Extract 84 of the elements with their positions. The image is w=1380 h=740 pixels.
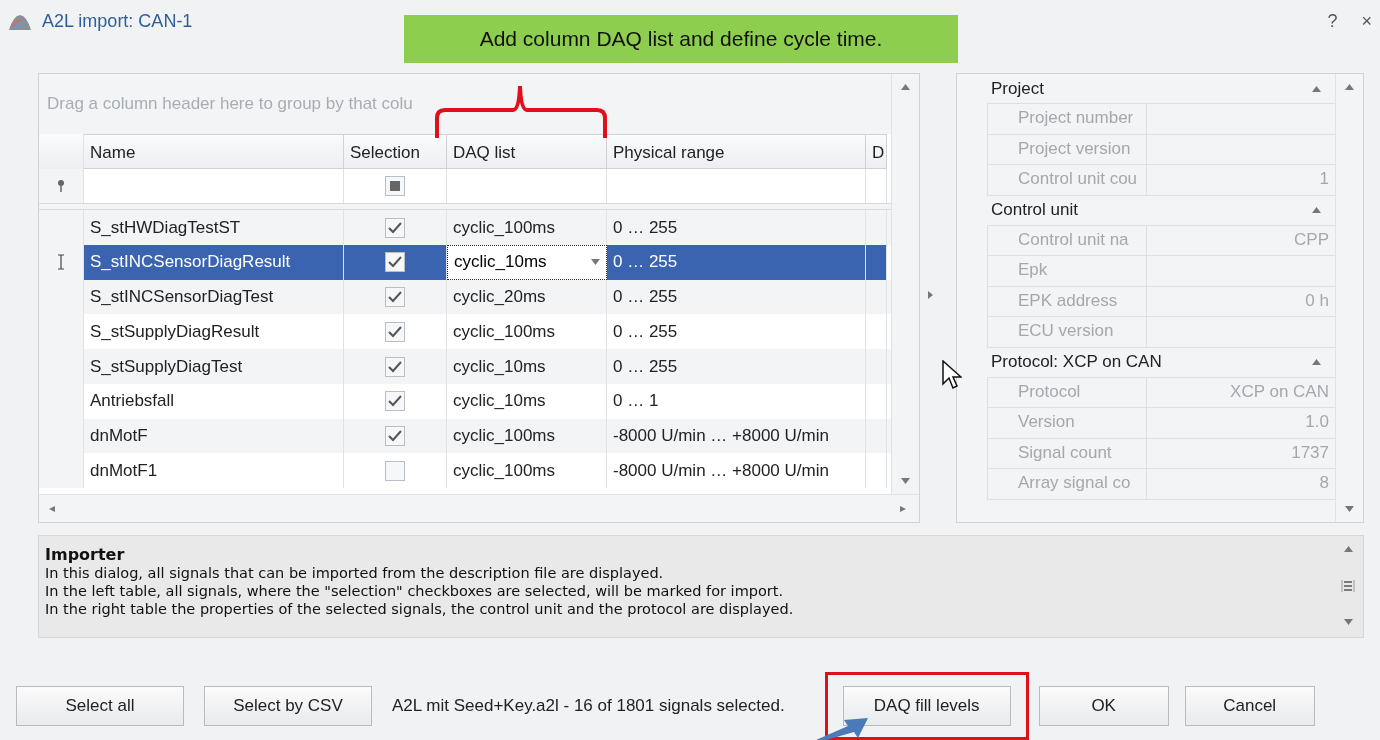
daq-list-dropdown[interactable]: cyclic_10ms	[447, 245, 607, 280]
pin-icon	[57, 179, 65, 194]
property-label: ECU version	[987, 317, 1147, 347]
property-label: Control unit cou	[987, 165, 1147, 195]
collapse-icon[interactable]	[1312, 85, 1321, 92]
description-title: Importer	[45, 546, 126, 565]
property-label: Array signal co	[987, 469, 1147, 499]
column-header[interactable]: D	[866, 134, 887, 170]
table-row[interactable]: dnMotF cyclic_100ms -8000 U/min … +8000 U/min	[39, 418, 891, 454]
window-title: A2L import: CAN-1	[42, 11, 193, 33]
scroll-up-icon[interactable]	[1343, 546, 1353, 553]
description-text: In the left table, all signals, where the "selection" checkboxes are selected, will be marked for import.	[45, 582, 785, 601]
table-row[interactable]: S_stSupplyDiagTest cyclic_10ms 0 … 255	[39, 349, 891, 384]
footer-button[interactable]: Select by CSV	[204, 686, 372, 726]
list-icon[interactable]	[1341, 578, 1355, 593]
footer-button[interactable]: OK	[1038, 686, 1169, 726]
app-icon	[8, 12, 32, 31]
selection-checkbox[interactable]	[385, 321, 405, 342]
table-cell: S_stINCSensorDiagResult	[84, 245, 344, 280]
property-label: Epk	[987, 256, 1147, 286]
callout-note: Add column DAQ list and define cycle time.	[404, 15, 958, 63]
table-row[interactable]: S_stHWDiagTestST cyclic_100ms 0 … 255	[39, 210, 891, 246]
column-header[interactable]: Name	[84, 134, 344, 170]
property-label: Version	[987, 408, 1147, 438]
property-label: Signal count	[987, 438, 1147, 469]
scroll-up-icon[interactable]	[901, 84, 910, 91]
collapse-icon[interactable]	[1312, 359, 1321, 366]
section-header[interactable]: Project	[987, 74, 1335, 105]
selection-checkbox[interactable]	[385, 356, 405, 377]
scroll-down-icon[interactable]	[1343, 619, 1353, 625]
description-text: In this dialog, all signals that can be imported from the description file are displayed.	[45, 564, 665, 583]
column-header[interactable]: Physical range	[607, 134, 866, 170]
scroll-down-icon[interactable]	[901, 478, 910, 485]
selection-checkbox[interactable]	[385, 391, 405, 412]
property-value: 0 h	[1304, 289, 1330, 312]
selection-checkbox[interactable]	[385, 287, 405, 308]
section-header[interactable]: Protocol: XCP on CAN	[987, 347, 1335, 378]
property-value: XCP on CAN	[1229, 380, 1330, 403]
scroll-down-icon[interactable]	[1345, 506, 1354, 513]
property-value: 1.0	[1304, 411, 1330, 434]
table-cell: -8000 U/min … +8000 U/min	[607, 453, 866, 488]
help-button[interactable]: ?	[1327, 11, 1338, 33]
table-cell: dnMotF1	[84, 453, 344, 488]
property-value: 8	[1318, 472, 1330, 495]
footer-button[interactable]: DAQ fill levels	[842, 686, 1011, 726]
close-button[interactable]: ×	[1361, 11, 1372, 33]
selection-checkbox[interactable]	[385, 252, 405, 273]
table-cell: cyclic_10ms	[447, 383, 607, 419]
table-cell: 0 … 1	[607, 383, 866, 419]
vertical-scrollbar[interactable]	[891, 74, 919, 495]
table-cell: Antriebsfall	[84, 383, 344, 419]
horizontal-scrollbar[interactable]	[39, 494, 919, 523]
filter-checkbox[interactable]	[385, 176, 405, 197]
scroll-up-icon[interactable]	[1345, 84, 1354, 91]
property-value: CPP	[1293, 228, 1330, 251]
section-header[interactable]: Control unit	[987, 195, 1335, 226]
property-value: 1	[1318, 168, 1330, 191]
property-label: EPK address	[987, 286, 1147, 317]
property-label: Project number	[987, 104, 1147, 134]
selection-checkbox[interactable]	[385, 425, 405, 446]
property-label: Project version	[987, 134, 1147, 165]
selection-checkbox[interactable]	[385, 460, 405, 481]
property-label: Protocol	[987, 377, 1147, 408]
caret-icon[interactable]	[591, 259, 600, 266]
table-cell: 0 … 255	[607, 245, 866, 280]
footer-button[interactable]: Cancel	[1184, 686, 1315, 726]
table-cell: S_stSupplyDiagTest	[84, 349, 344, 384]
table-cell: cyclic_10ms	[447, 349, 607, 384]
property-value: 1737	[1290, 441, 1330, 464]
status-text: A2L mit Seed+Key.a2l - 16 of 1801 signals selected.	[392, 696, 785, 716]
column-header[interactable]: DAQ list	[447, 134, 607, 170]
selection-checkbox[interactable]	[385, 217, 405, 238]
table-row[interactable]: S_stINCSensorDiagTest cyclic_20ms 0 … 255	[39, 279, 891, 315]
group-hint: Drag a column header here to group by that colu	[39, 74, 891, 135]
collapse-icon[interactable]	[1312, 207, 1321, 214]
column-header[interactable]: Selection	[344, 134, 447, 170]
table-cell: 0 … 255	[607, 349, 866, 384]
text-cursor-icon	[57, 254, 65, 271]
scroll-left-icon[interactable]	[49, 505, 58, 512]
splitter-arrow-icon[interactable]	[928, 291, 933, 300]
property-label: Control unit na	[987, 225, 1147, 256]
table-cell: cyclic_100ms	[447, 453, 607, 488]
description-text: In the right table the properties of the selected signals, the control unit and the protocol are displayed.	[45, 600, 795, 619]
footer-button[interactable]: Select all	[16, 686, 184, 726]
